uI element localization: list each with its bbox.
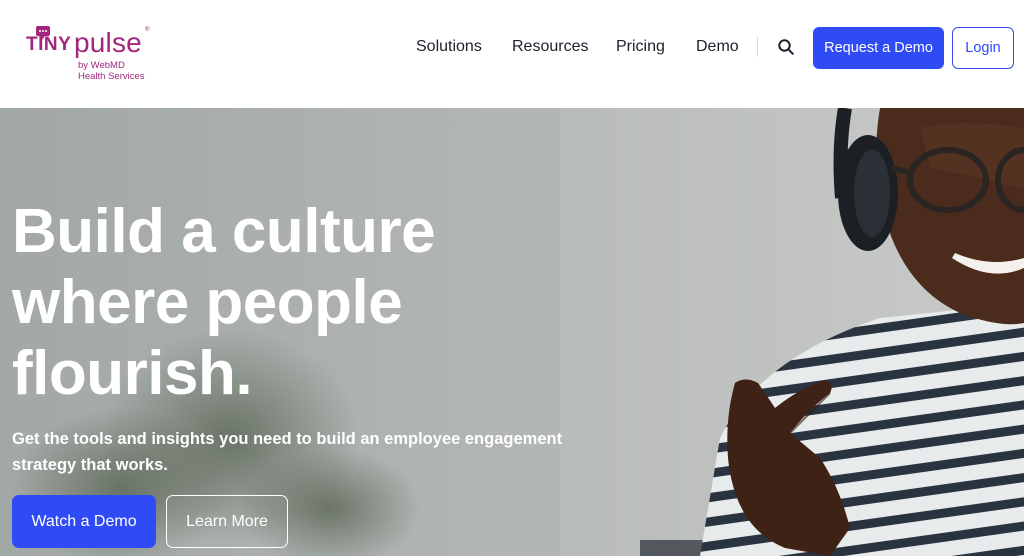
hero-section: Build a culture where people flourish. G…: [0, 108, 1024, 556]
nav-item-demo[interactable]: Demo: [696, 38, 739, 56]
logo-byline: by WebMD Health Services: [78, 60, 168, 82]
logo-byline-line-1: by WebMD: [78, 60, 125, 71]
hero-title-line-2: where people: [12, 268, 403, 337]
hero-subtitle: Get the tools and insights you need to b…: [12, 430, 563, 474]
nav-item-pricing[interactable]: Pricing: [616, 38, 665, 56]
logo-word-pulse: pulse: [74, 27, 142, 58]
nav-item-resources[interactable]: Resources: [512, 38, 588, 56]
tinypulse-logo[interactable]: TINY pulse ® by WebMD Health Services: [26, 24, 156, 84]
hero-title: Build a culture where people flourish.: [12, 196, 532, 409]
registered-mark: ®: [145, 27, 150, 33]
search-icon[interactable]: [777, 38, 795, 56]
nav-divider: [757, 37, 758, 57]
hero-title-line-3: flourish.: [12, 339, 253, 408]
logo-byline-line-2: Health Services: [78, 71, 145, 82]
hero-title-line-1: Build a culture: [12, 197, 436, 266]
watch-demo-button[interactable]: Watch a Demo: [12, 495, 156, 548]
site-header: TINY pulse ® by WebMD Health Services So…: [0, 0, 1024, 108]
learn-more-button[interactable]: Learn More: [166, 495, 288, 548]
request-demo-button[interactable]: Request a Demo: [813, 27, 944, 69]
nav-item-solutions[interactable]: Solutions: [416, 38, 482, 56]
logo-word-tiny: TINY: [26, 34, 72, 55]
login-button[interactable]: Login: [952, 27, 1014, 69]
